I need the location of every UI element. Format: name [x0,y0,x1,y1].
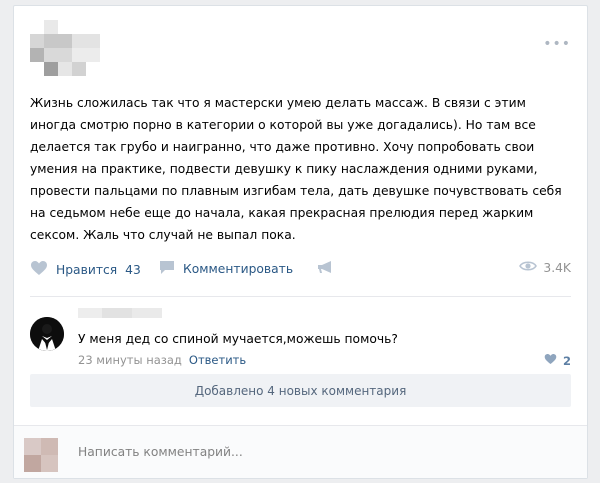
heart-icon [544,353,557,368]
like-label: Нравится [56,262,118,277]
comment-meta: 23 минуты назад Ответить [78,353,246,367]
author-blurred[interactable] [30,20,100,84]
views-count: 3.4K [543,260,571,275]
post-actions: Нравится 43 Комментировать 3.4K [30,260,571,280]
like-button[interactable]: Нравится 43 [30,260,141,279]
comment-bubble-icon [159,260,175,278]
post-text: Жизнь сложилась так что я мастерски умею… [30,96,562,242]
views-counter: 3.4K [519,260,571,275]
like-count: 43 [125,262,141,277]
comment-button[interactable]: Комментировать [159,260,293,278]
eye-icon [519,260,538,275]
divider [30,296,571,297]
comment-label: Комментировать [183,262,294,276]
comment-time[interactable]: 23 минуты назад [78,353,182,367]
comment-like-count: 2 [562,353,571,368]
reply-button[interactable]: Ответить [189,353,246,367]
heart-icon [30,260,48,279]
share-button[interactable] [317,260,335,277]
commenter-avatar[interactable] [30,317,64,351]
comment-text: У меня дед со спиной мучается,можешь пом… [78,332,398,346]
show-new-comments-button[interactable]: Добавлено 4 новых комментария [30,374,571,407]
more-options-icon[interactable]: ••• [543,36,571,52]
comment-like-button[interactable]: 2 [544,353,571,368]
comment-item: У меня дед со спиной мучается,можешь пом… [30,305,571,375]
comment-input[interactable]: Написать комментарий... [78,445,243,459]
comment-composer: Написать комментарий... [14,426,587,478]
post-card: ••• Жизнь сложилась так что я мастерски … [13,5,588,479]
megaphone-icon [317,260,335,277]
my-avatar-blurred [24,438,58,472]
